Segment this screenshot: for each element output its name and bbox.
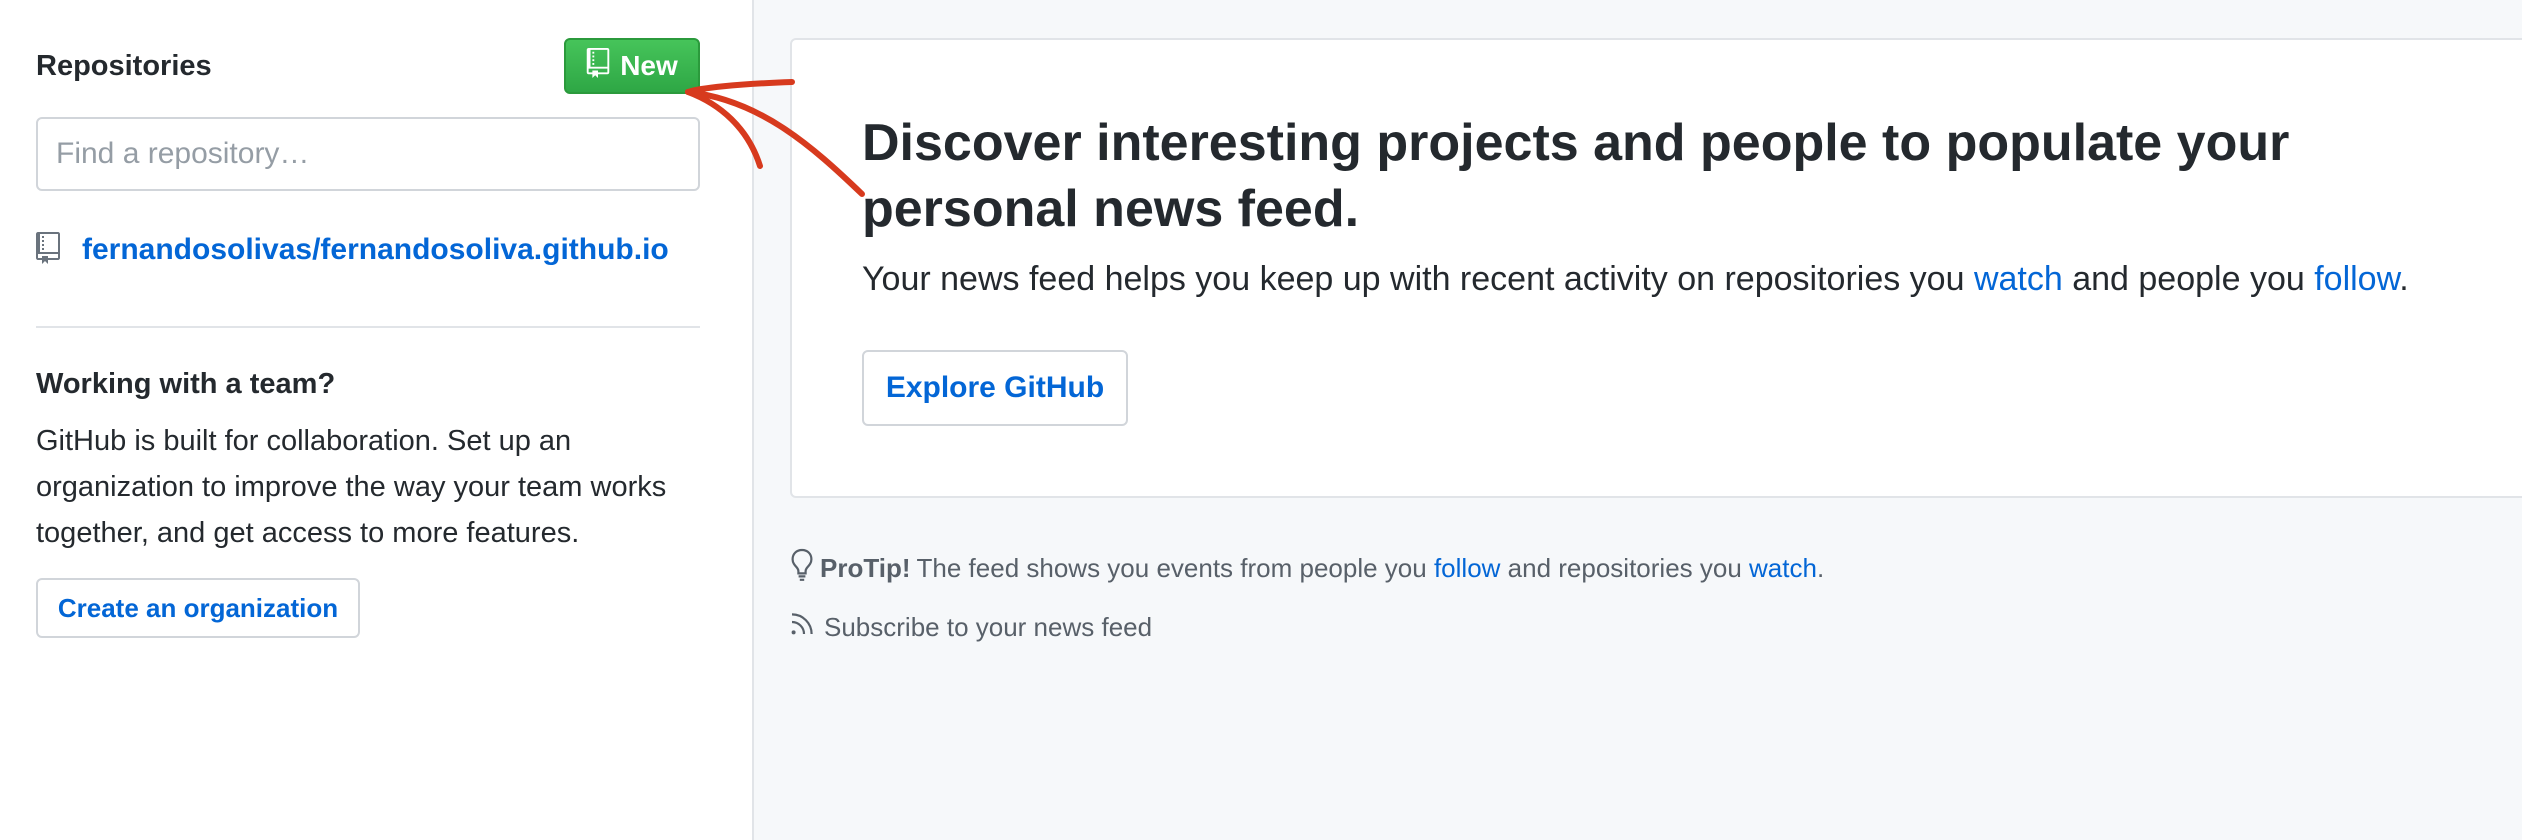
protip-text-before: The feed shows you events from people yo… xyxy=(916,552,1434,583)
dashboard-sidebar: Repositories New fernandosolivas/fernand… xyxy=(0,0,754,840)
repositories-header: Repositories New xyxy=(36,36,700,98)
follow-link[interactable]: follow xyxy=(2314,260,2399,298)
explore-github-button[interactable]: Explore GitHub xyxy=(862,350,1128,426)
protip-text-after: . xyxy=(1816,552,1825,583)
repositories-title: Repositories xyxy=(36,50,212,82)
subscribe-label: Subscribe to your news feed xyxy=(824,611,1153,642)
team-description: GitHub is built for collaboration. Set u… xyxy=(36,425,667,549)
find-repository-input[interactable] xyxy=(36,117,700,191)
protip-watch-link[interactable]: watch xyxy=(1749,553,1817,583)
repo-book-icon xyxy=(586,47,610,85)
new-repository-button[interactable]: New xyxy=(564,38,700,94)
discover-heading: Discover interesting projects and people… xyxy=(862,114,2290,238)
rss-icon xyxy=(790,612,814,643)
sidebar-divider xyxy=(36,326,700,328)
protip-text: The feed shows you events from people yo… xyxy=(917,553,1825,584)
discover-text-before: Your news feed helps you keep up with re… xyxy=(862,260,1974,298)
create-organization-button[interactable]: Create an organization xyxy=(36,578,360,638)
lightbulb-icon xyxy=(790,548,814,589)
discover-description: Your news feed helps you keep up with re… xyxy=(862,260,2409,299)
repository-link[interactable]: fernandosolivas/fernandosoliva.github.io xyxy=(82,233,669,267)
protip-follow-link[interactable]: follow xyxy=(1434,553,1500,583)
subscribe-news-feed-link[interactable]: Subscribe to your news feed xyxy=(790,606,1152,648)
discover-panel: Discover interesting projects and people… xyxy=(790,38,2522,498)
discover-text-after: . xyxy=(2399,260,2409,298)
news-feed-main: Discover interesting projects and people… xyxy=(754,0,2522,840)
team-heading: Working with a team? xyxy=(36,368,336,400)
protip-text-middle: and repositories you xyxy=(1500,552,1750,583)
protip: ProTip! The feed shows you events from p… xyxy=(790,546,1824,590)
watch-link[interactable]: watch xyxy=(1974,260,2063,298)
new-button-label: New xyxy=(620,50,678,81)
repo-icon xyxy=(36,231,60,269)
repository-list-item: fernandosolivas/fernandosoliva.github.io xyxy=(36,228,669,272)
protip-label: ProTip! xyxy=(820,552,911,583)
discover-text-middle: and people you xyxy=(2062,260,2315,298)
